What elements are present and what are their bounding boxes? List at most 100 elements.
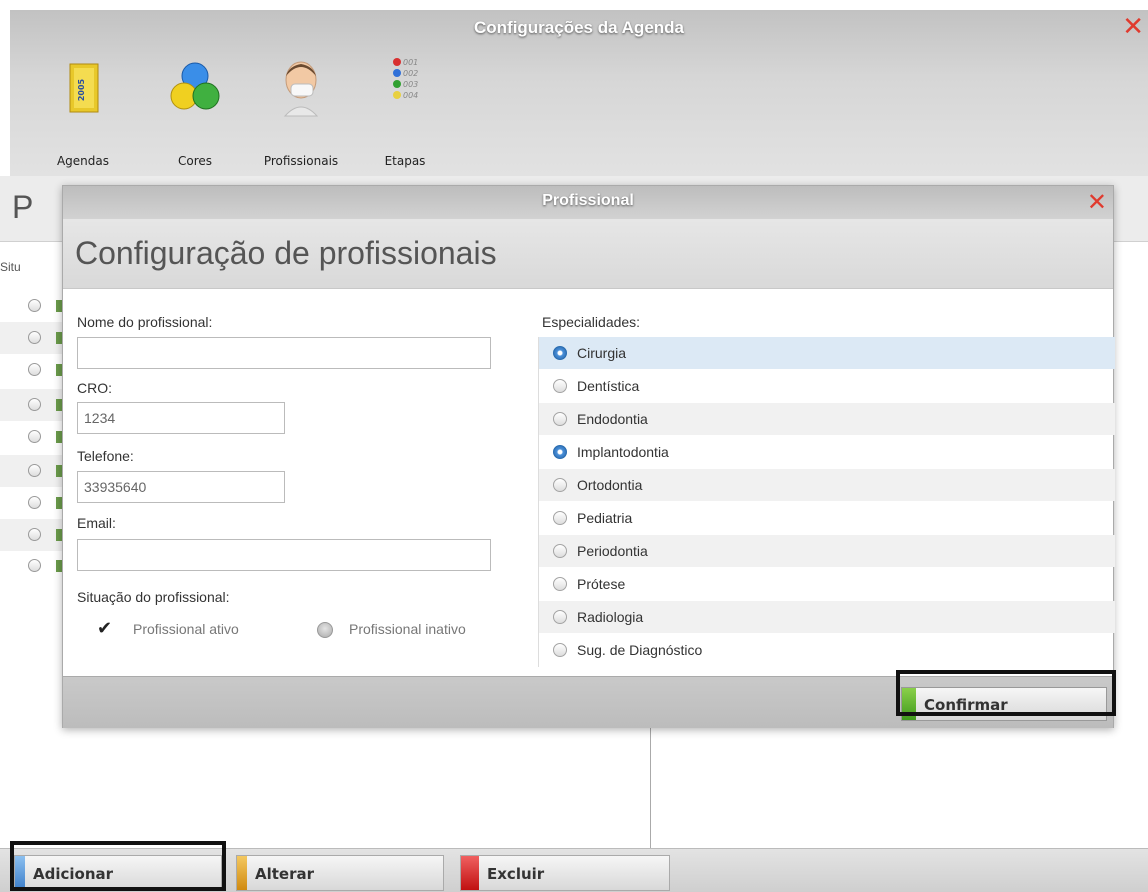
background-list-row[interactable]	[0, 354, 62, 386]
background-list-row[interactable]	[0, 290, 62, 322]
dialog-title: Profissional	[542, 192, 634, 209]
toolbar-profissionais-label: Profissionais	[263, 154, 339, 168]
specialty-label: Radiologia	[577, 609, 644, 625]
specialties-list: Cirurgia Dentística Endodontia Implantod…	[538, 337, 1115, 667]
dentist-person-icon	[283, 61, 319, 117]
svg-text:2005: 2005	[77, 78, 86, 101]
phone-field[interactable]	[77, 471, 285, 503]
delete-stripe	[461, 856, 479, 890]
name-label: Nome do profissional:	[77, 314, 213, 330]
status-label: Situação do profissional:	[77, 589, 230, 605]
edit-label: Alterar	[255, 865, 315, 883]
radio-icon[interactable]	[28, 331, 41, 344]
background-page-title: P	[12, 189, 34, 225]
radio-icon[interactable]	[28, 299, 41, 312]
toolbar-profissionais-button[interactable]: Profissionais	[245, 56, 357, 172]
cro-field[interactable]	[77, 402, 285, 434]
inactive-option[interactable]: Profissional inativo	[317, 618, 517, 642]
radio-icon[interactable]	[28, 559, 41, 572]
radio-icon	[553, 412, 567, 426]
active-option-label: Profissional ativo	[133, 621, 239, 637]
delete-button[interactable]: Excluir	[460, 855, 670, 891]
active-option[interactable]: ✔ Profissional ativo	[97, 618, 287, 642]
close-icon[interactable]: ✕	[1087, 188, 1107, 216]
background-list-row[interactable]	[0, 550, 62, 582]
radio-icon[interactable]	[28, 496, 41, 509]
stage-code-1: 001	[403, 58, 418, 67]
color-circles-icon	[170, 62, 220, 110]
stage-list-icon: 001 002 003 004	[393, 58, 418, 100]
radio-icon	[553, 478, 567, 492]
calendar-2005-icon: 2005	[69, 63, 99, 113]
toolbar-agendas-label: Agendas	[56, 154, 110, 168]
specialty-label: Cirurgia	[577, 345, 627, 361]
add-stripe	[15, 856, 25, 890]
edit-stripe	[237, 856, 247, 890]
specialty-label: Endodontia	[577, 411, 648, 427]
stage-code-3: 003	[403, 80, 418, 89]
name-field[interactable]	[77, 337, 491, 369]
specialty-label: Prótese	[577, 576, 626, 592]
profissional-dialog: Profissional ✕ Configuração de profissio…	[62, 185, 1115, 728]
add-button[interactable]: Adicionar	[14, 855, 222, 891]
radio-icon[interactable]	[28, 528, 41, 541]
radio-icon	[553, 544, 567, 558]
specialties-label: Especialidades:	[542, 314, 641, 330]
specialty-item[interactable]: Implantodontia	[539, 436, 1115, 468]
specialty-item[interactable]: Ortodontia	[539, 469, 1115, 501]
specialty-item[interactable]: Sug. de Diagnóstico	[539, 634, 1115, 666]
outer-window-header: Configurações da Agenda ✕ 2005 Agendas C…	[10, 10, 1148, 176]
cro-label: CRO:	[77, 380, 112, 396]
close-icon[interactable]: ✕	[1122, 14, 1144, 40]
radio-selected-icon	[553, 346, 567, 360]
checkmark-icon: ✔	[97, 618, 113, 639]
confirm-button[interactable]: Confirmar	[901, 687, 1107, 721]
background-status-label: Situ	[0, 260, 21, 274]
background-list-row[interactable]	[0, 487, 62, 519]
specialty-item[interactable]: Prótese	[539, 568, 1115, 600]
specialty-label: Ortodontia	[577, 477, 643, 493]
specialty-label: Dentística	[577, 378, 640, 394]
specialty-label: Implantodontia	[577, 444, 669, 460]
background-list-row[interactable]	[0, 322, 62, 354]
specialty-item[interactable]: Endodontia	[539, 403, 1115, 435]
toolbar-agendas-button[interactable]: 2005 Agendas	[48, 56, 118, 172]
background-list-row[interactable]	[0, 519, 62, 551]
radio-icon	[553, 643, 567, 657]
confirm-label: Confirmar	[924, 696, 1008, 714]
background-list-row[interactable]	[0, 421, 62, 453]
email-field[interactable]	[77, 539, 491, 571]
specialty-item[interactable]: Cirurgia	[539, 337, 1115, 369]
radio-icon[interactable]	[28, 363, 41, 376]
specialty-item[interactable]: Periodontia	[539, 535, 1115, 567]
delete-label: Excluir	[487, 865, 545, 883]
dialog-heading-bar: Configuração de profissionais	[63, 219, 1113, 289]
radio-icon	[553, 511, 567, 525]
radio-icon	[553, 379, 567, 393]
radio-icon	[553, 610, 567, 624]
background-divider	[650, 728, 651, 848]
radio-icon[interactable]	[28, 464, 41, 477]
specialty-item[interactable]: Radiologia	[539, 601, 1115, 633]
radio-icon[interactable]	[28, 430, 41, 443]
stage-code-2: 002	[403, 69, 418, 78]
background-list-row[interactable]	[0, 389, 62, 421]
add-label: Adicionar	[33, 865, 114, 883]
background-list-row[interactable]	[0, 455, 62, 487]
toolbar-cores-button[interactable]: Cores	[160, 56, 230, 172]
edit-button[interactable]: Alterar	[236, 855, 444, 891]
bottom-action-bar: Adicionar Alterar Excluir	[0, 848, 1148, 892]
dialog-titlebar: Profissional ✕	[63, 186, 1113, 219]
radio-icon	[553, 577, 567, 591]
radio-selected-icon	[553, 445, 567, 459]
toolbar-etapas-button[interactable]: 001 002 003 004 Etapas	[375, 56, 435, 172]
dialog-heading: Configuração de profissionais	[75, 235, 497, 271]
specialty-label: Pediatria	[577, 510, 633, 526]
specialty-label: Sug. de Diagnóstico	[577, 642, 703, 658]
specialty-item[interactable]: Dentística	[539, 370, 1115, 402]
specialty-item[interactable]: Pediatria	[539, 502, 1115, 534]
inactive-option-label: Profissional inativo	[349, 621, 466, 637]
dialog-footer: Confirmar	[63, 676, 1113, 728]
specialty-label: Periodontia	[577, 543, 648, 559]
radio-icon[interactable]	[28, 398, 41, 411]
